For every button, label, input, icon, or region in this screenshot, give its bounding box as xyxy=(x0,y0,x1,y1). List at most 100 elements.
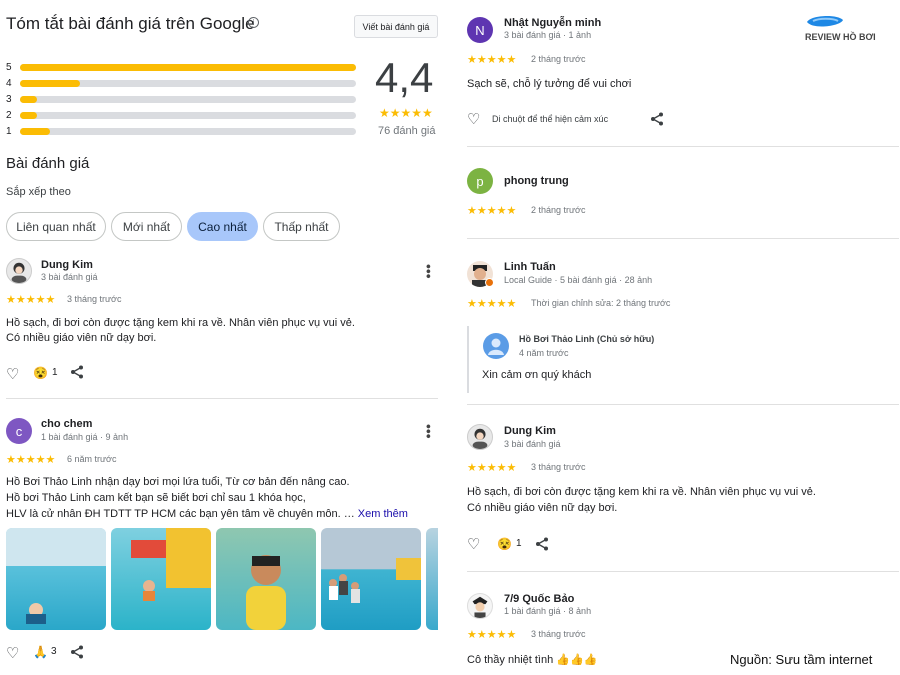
reaction-count: 1 xyxy=(516,538,522,549)
bar-label-3: 3 xyxy=(6,94,12,105)
info-icon[interactable]: i xyxy=(248,17,259,28)
review-photo[interactable] xyxy=(6,528,106,630)
share-icon[interactable] xyxy=(70,645,84,664)
reviewer-meta: 3 bài đánh giá xyxy=(504,439,561,449)
review-photo[interactable] xyxy=(321,528,421,630)
bar-fill xyxy=(20,64,356,71)
avatar[interactable] xyxy=(467,593,493,619)
divider xyxy=(467,404,899,405)
more-options-icon[interactable]: ••• xyxy=(421,264,437,279)
sort-newest[interactable]: Mới nhất xyxy=(111,212,182,241)
divider xyxy=(467,238,899,239)
review-time: 3 tháng trước xyxy=(531,462,586,472)
bar-5 xyxy=(20,64,356,71)
reviewer-meta: 1 bài đánh giá · 9 ảnh xyxy=(41,432,129,442)
share-icon[interactable] xyxy=(650,112,664,131)
owner-avatar-icon[interactable] xyxy=(483,333,509,359)
review-text: Có nhiều giáo viên nữ dạy bơi. xyxy=(467,502,618,514)
reaction-count: 3 xyxy=(51,646,57,657)
review-text: Hồ bơi Thảo Linh cam kết bạn sẽ biết bơi… xyxy=(6,492,306,504)
bar-2 xyxy=(20,112,356,119)
bar-fill xyxy=(20,112,37,119)
heart-icon[interactable]: ♡ xyxy=(6,644,19,662)
review-text: Có nhiều giáo viên nữ dạy bơi. xyxy=(6,332,157,344)
avatar[interactable]: p xyxy=(467,168,493,194)
bar-4 xyxy=(20,80,356,87)
bar-fill xyxy=(20,96,37,103)
avatar[interactable]: c xyxy=(6,418,32,444)
review-photo[interactable] xyxy=(426,528,438,630)
sort-relevant[interactable]: Liên quan nhất xyxy=(6,212,106,241)
share-icon[interactable] xyxy=(70,365,84,384)
bar-label-5: 5 xyxy=(6,62,12,73)
bar-3 xyxy=(20,96,356,103)
review-stars: ★★★★★ xyxy=(467,205,517,217)
review-photo[interactable] xyxy=(216,528,316,630)
avatar[interactable] xyxy=(467,424,493,450)
reviewer-meta: 1 bài đánh giá · 8 ảnh xyxy=(504,606,592,616)
review-stars: ★★★★★ xyxy=(467,54,517,66)
sort-lowest[interactable]: Thấp nhất xyxy=(263,212,340,241)
review-time: 3 tháng trước xyxy=(67,294,122,304)
review-time: 2 tháng trước xyxy=(531,54,586,64)
emoji-reaction-icon[interactable]: 😵 xyxy=(497,537,512,551)
sort-highest[interactable]: Cao nhất xyxy=(187,212,258,241)
pool-logo-icon xyxy=(807,16,843,27)
bar-fill xyxy=(20,128,51,135)
review-text: Hồ sạch, đi bơi còn được tặng kem khi ra… xyxy=(467,486,816,498)
average-stars: ★★★★★ xyxy=(379,106,433,120)
review-time: 3 tháng trước xyxy=(531,629,586,639)
bar-label-4: 4 xyxy=(6,78,12,89)
emoji-reaction-icon[interactable]: 😵 xyxy=(33,366,48,380)
heart-icon[interactable]: ♡ xyxy=(6,365,19,383)
reviewer-name[interactable]: Dung Kim xyxy=(41,259,93,271)
review-stars: ★★★★★ xyxy=(467,298,517,310)
reviewer-name[interactable]: Nhật Nguyễn minh xyxy=(504,17,601,29)
bar-1 xyxy=(20,128,356,135)
see-more-link[interactable]: Xem thêm xyxy=(358,508,408,520)
reviewer-name[interactable]: Dung Kim xyxy=(504,425,556,437)
review-count[interactable]: 76 đánh giá xyxy=(378,125,436,137)
bar-fill xyxy=(20,80,81,87)
owner-name: Hồ Bơi Thảo Linh (Chủ sở hữu) xyxy=(519,334,655,344)
average-rating: 4,4 xyxy=(375,54,434,101)
review-text: Hồ Bơi Thảo Linh nhận dạy bơi mọi lứa tu… xyxy=(6,476,350,488)
review-text: HLV là cử nhân ĐH TDTT TP HCM các bạn yê… xyxy=(6,508,408,520)
more-options-icon[interactable]: ••• xyxy=(421,424,437,439)
bar-label-1: 1 xyxy=(6,126,12,137)
review-stars: ★★★★★ xyxy=(467,629,517,641)
source-caption: Nguồn: Sưu tầm internet xyxy=(730,652,873,667)
summary-title: Tóm tắt bài đánh giá trên Google xyxy=(6,14,255,33)
reviewer-name[interactable]: Linh Tuấn xyxy=(504,261,556,273)
reviewer-meta: 3 bài đánh giá · 1 ảnh xyxy=(504,30,592,40)
owner-reply-time: 4 năm trước xyxy=(519,348,569,358)
sort-label: Sắp xếp theo xyxy=(6,186,71,198)
review-photo[interactable] xyxy=(111,528,211,630)
bar-label-2: 2 xyxy=(6,110,12,121)
reviewer-meta: 3 bài đánh giá xyxy=(41,272,98,282)
write-review-button[interactable]: Viết bài đánh giá xyxy=(354,15,438,38)
review-text: Cô thầy nhiệt tình 👍👍👍 xyxy=(467,654,598,666)
heart-icon[interactable]: ♡ xyxy=(467,535,480,553)
heart-icon[interactable]: ♡ xyxy=(467,110,480,128)
review-text: Sạch sẽ, chỗ lý tưởng để vui chơi xyxy=(467,78,632,90)
avatar[interactable]: N xyxy=(467,17,493,43)
divider xyxy=(467,571,899,572)
review-time: 6 năm trước xyxy=(67,454,117,464)
pray-reaction-icon[interactable]: 🙏 xyxy=(33,645,48,659)
reviewer-name[interactable]: phong trung xyxy=(504,175,569,187)
reviewer-name[interactable]: 7/9 Quốc Bảo xyxy=(504,593,574,605)
review-stars: ★★★★★ xyxy=(467,462,517,474)
local-guide-badge-icon xyxy=(485,278,494,287)
logo-text: REVIEW HỒ BƠI xyxy=(805,32,876,42)
reaction-count: 1 xyxy=(52,367,58,378)
share-icon[interactable] xyxy=(535,537,549,556)
reaction-hint: Di chuột để thể hiện cảm xúc xyxy=(492,114,609,124)
owner-reply-rule xyxy=(467,326,469,393)
reviews-heading: Bài đánh giá xyxy=(6,155,90,172)
review-time: 2 tháng trước xyxy=(531,205,586,215)
review-time: Thời gian chỉnh sửa: 2 tháng trước xyxy=(531,298,671,308)
review-text-line: HLV là cử nhân ĐH TDTT TP HCM các bạn yê… xyxy=(6,508,355,520)
avatar[interactable] xyxy=(6,258,32,284)
reviewer-name[interactable]: cho chem xyxy=(41,418,92,430)
